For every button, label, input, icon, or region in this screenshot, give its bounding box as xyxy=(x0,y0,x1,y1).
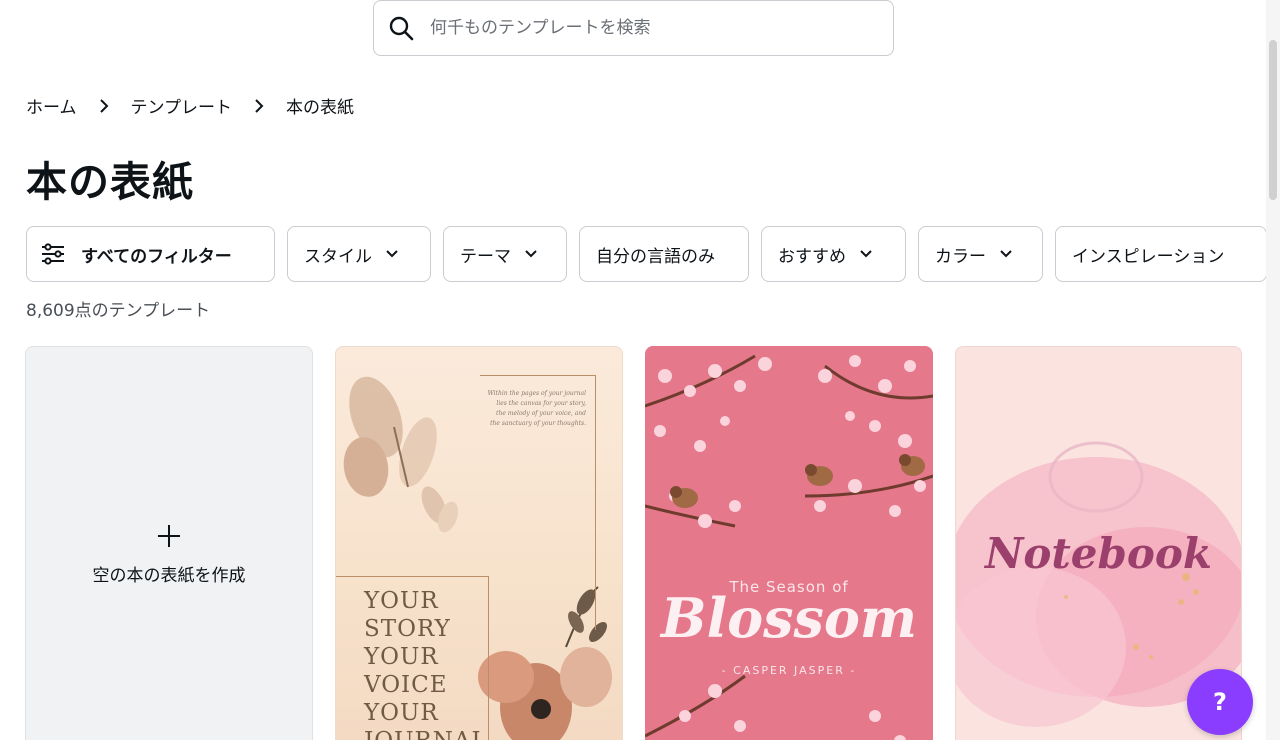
page-scrollbar[interactable] xyxy=(1266,0,1280,740)
scrollbar-thumb[interactable] xyxy=(1269,40,1277,200)
filter-inspiration[interactable]: インスピレーション xyxy=(1055,226,1267,282)
journal-line: JOURNAL xyxy=(364,727,488,740)
search-bar[interactable] xyxy=(373,0,894,56)
filter-theme-label: テーマ xyxy=(460,246,511,267)
search-input[interactable] xyxy=(430,18,870,38)
result-count: 8,609点のテンプレート xyxy=(26,301,211,321)
breadcrumb-current: 本の表紙 xyxy=(286,98,354,118)
filter-color[interactable]: カラー xyxy=(918,226,1043,282)
filter-theme[interactable]: テーマ xyxy=(443,226,567,282)
breadcrumb: ホーム テンプレート 本の表紙 xyxy=(26,93,354,118)
chevron-right-icon xyxy=(99,98,109,113)
journal-line: STORY xyxy=(364,616,451,642)
search-icon[interactable] xyxy=(388,15,414,41)
journal-line: YOUR xyxy=(364,588,439,614)
filter-color-label: カラー xyxy=(935,246,986,267)
create-blank-cover-card[interactable]: 空の本の表紙を作成 xyxy=(25,346,313,740)
template-title: Notebook xyxy=(984,529,1213,578)
filter-bar: すべてのフィルター スタイル テーマ 自分の言語のみ おすすめ カラー インスピ… xyxy=(26,226,1267,282)
journal-line: YOUR xyxy=(364,644,439,670)
chevron-down-icon xyxy=(525,250,537,258)
template-author: - CASPER JASPER - xyxy=(721,664,857,677)
page-title: 本の表紙 xyxy=(26,158,194,206)
plus-icon xyxy=(156,517,182,555)
filter-sliders-icon xyxy=(39,240,67,268)
journal-line: VOICE xyxy=(364,672,448,698)
template-title: Blossom xyxy=(660,586,918,650)
chevron-down-icon xyxy=(1000,250,1012,258)
all-filters-label: すべてのフィルター xyxy=(81,246,232,267)
breadcrumb-home[interactable]: ホーム xyxy=(26,93,77,118)
journal-line: YOUR xyxy=(364,700,439,726)
template-card-blossom[interactable]: The Season of Blossom - CASPER JASPER - xyxy=(645,346,933,740)
chevron-down-icon xyxy=(386,250,398,258)
all-filters-button[interactable]: すべてのフィルター xyxy=(26,226,275,282)
chevron-down-icon xyxy=(860,250,872,258)
template-card-journal[interactable]: Within the pages of your journal lies th… xyxy=(335,346,623,740)
breadcrumb-templates[interactable]: テンプレート xyxy=(131,93,233,118)
filter-recommended[interactable]: おすすめ xyxy=(761,226,906,282)
help-button[interactable]: ? xyxy=(1187,669,1253,735)
filter-my-language-label: 自分の言語のみ xyxy=(596,246,715,267)
filter-style[interactable]: スタイル xyxy=(287,226,431,282)
filter-style-label: スタイル xyxy=(304,246,372,267)
chevron-right-icon xyxy=(254,98,264,113)
cherry-blossom-illustration xyxy=(645,354,933,740)
template-quote: Within the pages of your journal lies th… xyxy=(487,390,586,427)
filter-my-language[interactable]: 自分の言語のみ xyxy=(579,226,749,282)
template-journal-title: YOUR STORY YOUR VOICE YOUR JOURNAL xyxy=(364,587,488,740)
create-blank-cover-label: 空の本の表紙を作成 xyxy=(92,565,246,586)
filter-inspiration-label: インスピレーション xyxy=(1072,246,1225,267)
filter-recommended-label: おすすめ xyxy=(778,246,846,267)
